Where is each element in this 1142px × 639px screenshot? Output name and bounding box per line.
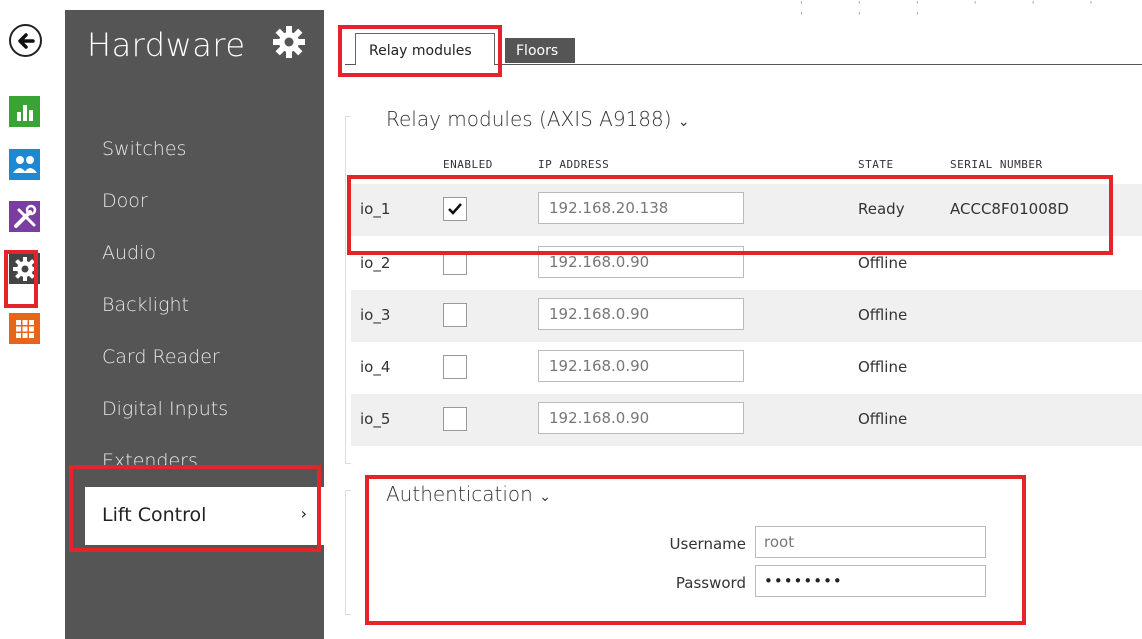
sidebar-item-extenders[interactable]: Extenders: [102, 450, 198, 472]
table-row: io_4 192.168.0.90 Offline: [351, 342, 1142, 394]
chevron-down-icon: ⌄: [677, 114, 690, 130]
column-header-ip-address: IP ADDRESS: [538, 158, 610, 171]
username-input[interactable]: root: [755, 526, 986, 558]
sidebar-item-digital-inputs[interactable]: Digital Inputs: [102, 398, 228, 420]
checkmark-icon: [448, 203, 462, 215]
enabled-checkbox[interactable]: [443, 355, 467, 379]
back-arrow-icon: [17, 32, 35, 49]
hardware-tile[interactable]: [9, 253, 40, 284]
gear-icon: [12, 256, 37, 281]
sidebar-item-audio[interactable]: Audio: [102, 242, 156, 264]
state-value: Offline: [858, 254, 908, 272]
settings-gear-icon[interactable]: [271, 24, 307, 60]
enabled-checkbox[interactable]: [443, 251, 467, 275]
back-button[interactable]: [9, 24, 42, 57]
table-row: io_3 192.168.0.90 Offline: [351, 290, 1142, 342]
icon-strip: [0, 0, 44, 639]
chart-icon: [16, 104, 33, 121]
tab-label: Floors: [516, 43, 559, 59]
enabled-checkbox[interactable]: [443, 407, 467, 431]
enabled-checkbox[interactable]: [443, 303, 467, 327]
sidebar-item-door[interactable]: Door: [102, 190, 148, 212]
ip-address-input[interactable]: 192.168.0.90: [538, 246, 744, 278]
system-tile[interactable]: [9, 313, 40, 344]
module-name: io_5: [360, 410, 391, 428]
section-title: Relay modules (AXIS A9188): [386, 107, 672, 131]
state-value: Offline: [858, 410, 908, 428]
sidebar-item-lift-control[interactable]: Lift Control ›: [85, 487, 324, 545]
enabled-checkbox[interactable]: [443, 197, 467, 221]
password-label: Password: [675, 574, 746, 592]
tab-relay-modules[interactable]: Relay modules: [355, 33, 495, 65]
tab-floors[interactable]: Floors: [505, 38, 575, 63]
table-row: io_2 192.168.0.90 Offline: [351, 238, 1142, 290]
ip-address-input[interactable]: 192.168.0.90: [538, 402, 744, 434]
password-input[interactable]: ••••••••: [755, 565, 986, 597]
username-label: Username: [669, 535, 746, 553]
state-value: Ready: [858, 200, 905, 218]
top-edge-marks: ' ' ' ' ' ' ' ' ': [800, 0, 1119, 22]
module-name: io_2: [360, 254, 391, 272]
chevron-down-icon: ⌄: [539, 489, 551, 505]
sidebar-item-backlight[interactable]: Backlight: [102, 294, 189, 316]
grid-icon: [15, 319, 34, 338]
sidebar-item-card-reader[interactable]: Card Reader: [102, 346, 220, 368]
sidebar-item-label: Lift Control: [102, 504, 207, 526]
ip-address-input[interactable]: 192.168.0.90: [538, 350, 744, 382]
module-name: io_1: [360, 200, 391, 218]
column-header-state: STATE: [858, 158, 894, 171]
auth-section-header[interactable]: Authentication ⌄: [386, 482, 551, 506]
statistics-tile[interactable]: [9, 96, 40, 127]
chevron-right-icon: ›: [300, 504, 307, 523]
auth-section-frame: [345, 490, 351, 615]
table-row: io_1 192.168.20.138 Ready ACCC8F01008D: [351, 184, 1142, 236]
sidebar: Hardware Switches Door Audio Backlight C…: [65, 10, 324, 639]
services-tile[interactable]: [9, 201, 40, 232]
sidebar-item-switches[interactable]: Switches: [102, 138, 186, 160]
column-header-serial-number: SERIAL NUMBER: [950, 158, 1043, 171]
sidebar-title: Hardware: [87, 26, 246, 64]
serial-number-value: ACCC8F01008D: [950, 200, 1069, 218]
relay-section-header[interactable]: Relay modules (AXIS A9188) ⌄: [386, 107, 690, 131]
module-name: io_3: [360, 306, 391, 324]
column-header-enabled: ENABLED: [443, 158, 493, 171]
tab-label: Relay modules: [369, 43, 472, 59]
section-title: Authentication: [386, 482, 533, 506]
tools-icon: [13, 204, 36, 228]
state-value: Offline: [858, 306, 908, 324]
ip-address-input[interactable]: 192.168.20.138: [538, 192, 744, 224]
ip-address-input[interactable]: 192.168.0.90: [538, 298, 744, 330]
table-row: io_5 192.168.0.90 Offline: [351, 394, 1142, 446]
module-name: io_4: [360, 358, 391, 376]
state-value: Offline: [858, 358, 908, 376]
directory-tile[interactable]: [9, 149, 40, 180]
users-icon: [12, 155, 37, 173]
